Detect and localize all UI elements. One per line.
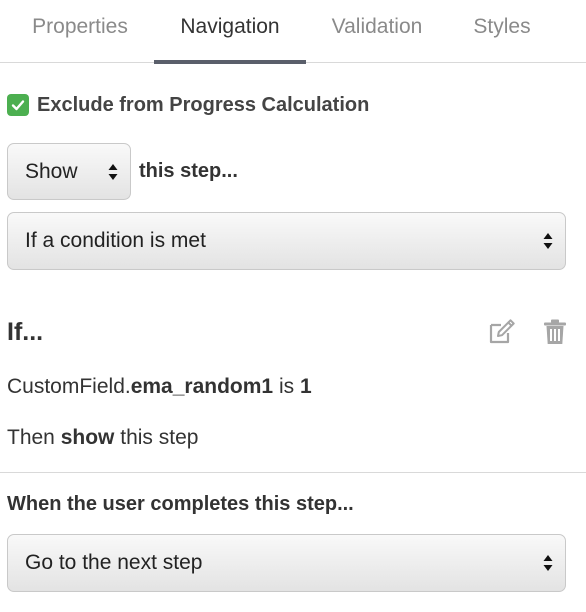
delete-condition-button[interactable]	[542, 318, 572, 346]
tab-bar: Properties Navigation Validation Styles	[0, 0, 586, 64]
edit-condition-button[interactable]	[487, 318, 517, 346]
visibility-suffix: this step...	[139, 160, 238, 182]
tab-properties[interactable]: Properties	[14, 0, 146, 63]
tab-styles[interactable]: Styles	[460, 0, 544, 63]
visibility-select[interactable]: Show	[7, 143, 131, 200]
select-arrows-icon	[543, 553, 553, 573]
condition-value: 1	[299, 375, 312, 398]
completion-heading: When the user completes this step...	[7, 493, 354, 515]
checkmark-icon	[11, 100, 25, 111]
condition-mode-value: If a condition is met	[25, 229, 206, 252]
condition-field-name: ema_random1	[130, 375, 274, 398]
completion-action-select[interactable]: Go to the next step	[7, 534, 566, 592]
condition-action: Then show this step	[7, 426, 198, 450]
condition-rule: CustomField.ema_random1 is 1	[7, 375, 312, 399]
exclude-progress-row: Exclude from Progress Calculation	[7, 92, 369, 118]
condition-operator: is	[278, 375, 295, 398]
tab-styles-label: Styles	[473, 15, 531, 38]
condition-field-prefix: CustomField.	[7, 375, 131, 398]
then-prefix: Then	[7, 426, 55, 449]
edit-icon	[489, 319, 515, 344]
tab-navigation[interactable]: Navigation	[154, 0, 306, 64]
tab-navigation-label: Navigation	[180, 15, 280, 38]
then-suffix: this step	[120, 426, 199, 449]
section-divider	[0, 472, 586, 473]
active-tab-underline	[154, 60, 306, 64]
visibility-select-value: Show	[25, 159, 78, 183]
exclude-progress-label: Exclude from Progress Calculation	[37, 93, 370, 116]
then-action: show	[60, 426, 115, 449]
tab-validation-label: Validation	[331, 15, 423, 38]
completion-action-value: Go to the next step	[25, 551, 203, 574]
select-arrows-icon	[108, 162, 118, 182]
tab-properties-label: Properties	[32, 15, 128, 38]
exclude-progress-checkbox[interactable]	[7, 94, 29, 116]
tab-validation[interactable]: Validation	[316, 0, 438, 63]
condition-mode-select[interactable]: If a condition is met	[7, 212, 566, 270]
select-arrows-icon	[543, 231, 553, 251]
trash-icon	[544, 319, 566, 344]
condition-heading: If...	[7, 318, 44, 346]
